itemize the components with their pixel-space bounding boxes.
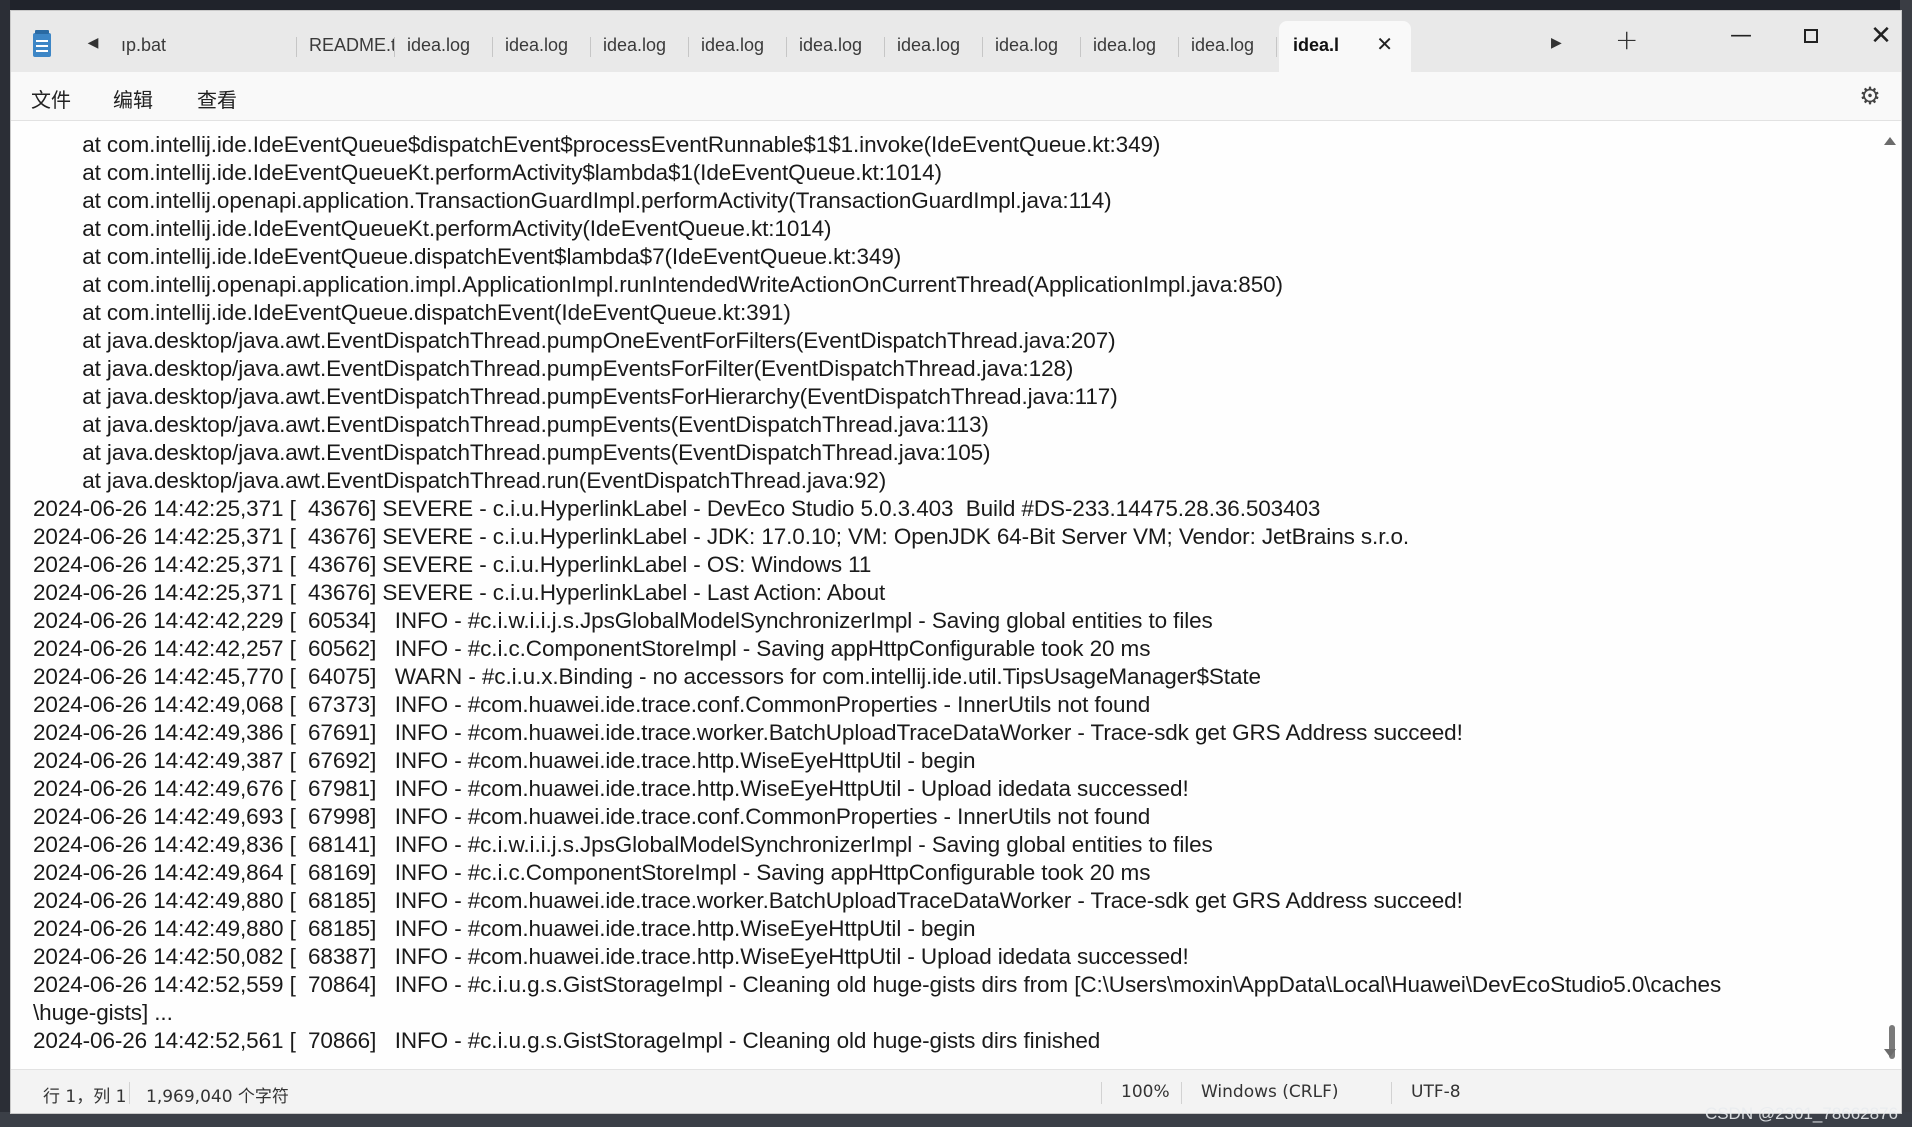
status-divider (129, 1082, 130, 1104)
log-line: 2024-06-26 14:42:49,864 [ 68169] INFO - … (33, 860, 1151, 885)
tab-idea-log-8[interactable]: idea.log (1081, 21, 1179, 72)
encoding[interactable]: UTF-8 (1411, 1082, 1461, 1102)
scroll-down-arrow-icon[interactable] (1884, 1049, 1896, 1057)
tab-label: idea.log (1191, 35, 1255, 55)
log-line: 2024-06-26 14:42:49,836 [ 68141] INFO - … (33, 832, 1213, 857)
tab-idea-log-1[interactable]: idea.log (395, 21, 493, 72)
menu-view[interactable]: 查看 (197, 84, 237, 113)
log-line: 2024-06-26 14:42:45,770 [ 64075] WARN - … (33, 664, 1261, 689)
tab-label: idea.log (505, 35, 569, 55)
log-line: at java.desktop/java.awt.EventDispatchTh… (33, 356, 1074, 381)
status-bar: 行 1，列 1 1,969,040 个字符 100% Windows (CRLF… (11, 1069, 1901, 1113)
tab-idea-log-7[interactable]: idea.log (983, 21, 1081, 72)
log-line: at com.intellij.openapi.application.Tran… (33, 188, 1112, 213)
settings-gear-icon[interactable]: ⚙ (1857, 83, 1883, 109)
log-line: 2024-06-26 14:42:25,371 [ 43676] SEVERE … (33, 524, 1410, 549)
log-line: at com.intellij.ide.IdeEventQueue.dispat… (33, 300, 791, 325)
log-line: 2024-06-26 14:42:25,371 [ 43676] SEVERE … (33, 580, 886, 605)
cursor-position: 行 1，列 1 (43, 1087, 127, 1107)
log-line: at com.intellij.ide.IdeEventQueue.dispat… (33, 244, 902, 269)
log-line: 2024-06-26 14:42:49,068 [ 67373] INFO - … (33, 692, 1151, 717)
tab-idea-log-6[interactable]: idea.log (885, 21, 983, 72)
text-editor-area[interactable]: at com.intellij.ide.IdeEventQueue$dispat… (11, 121, 1901, 1069)
csdn-watermark: CSDN @2301_78662876 (1704, 1104, 1898, 1123)
tab-idea-log-5[interactable]: idea.log (787, 21, 885, 72)
log-line: 2024-06-26 14:42:42,229 [ 60534] INFO - … (33, 608, 1213, 633)
tab-readme[interactable]: README.txt (297, 21, 395, 72)
log-line: 2024-06-26 14:42:52,561 [ 70866] INFO - … (33, 1028, 1101, 1053)
menu-file[interactable]: 文件 (31, 84, 71, 113)
log-line: 2024-06-26 14:42:25,371 [ 43676] SEVERE … (33, 552, 872, 577)
new-tab-button[interactable]: + (1615, 25, 1638, 55)
tab-label: idea.log (1093, 35, 1157, 55)
tab-close-icon[interactable]: ✕ (1376, 35, 1393, 55)
line-ending[interactable]: Windows (CRLF) (1201, 1082, 1339, 1102)
character-count: 1,969,040 个字符 (146, 1087, 289, 1107)
zoom-level[interactable]: 100% (1121, 1082, 1170, 1102)
close-window-button[interactable]: ✕ (1861, 23, 1901, 49)
tab-label: README.txt (309, 35, 395, 55)
log-line: at java.desktop/java.awt.EventDispatchTh… (33, 412, 989, 437)
log-line: at java.desktop/java.awt.EventDispatchTh… (33, 468, 887, 493)
log-line: 2024-06-26 14:42:49,386 [ 67691] INFO - … (33, 720, 1463, 745)
log-line: at com.intellij.ide.IdeEventQueueKt.perf… (33, 216, 832, 241)
tab-label: idea.log (407, 35, 471, 55)
log-line: at com.intellij.ide.IdeEventQueue$dispat… (33, 132, 1161, 157)
tab-idea-log-3[interactable]: idea.log (591, 21, 689, 72)
log-line: \huge-gists] ... (33, 1000, 173, 1025)
log-line: at com.intellij.openapi.application.impl… (33, 272, 1283, 297)
menu-edit[interactable]: 编辑 (113, 84, 153, 113)
log-line: 2024-06-26 14:42:52,559 [ 70864] INFO - … (33, 972, 1722, 997)
tab-label: ıp.bat (121, 35, 167, 55)
status-divider (1101, 1082, 1102, 1104)
tab-scroll-left-icon[interactable]: ◀ (85, 35, 101, 51)
tab-label: idea.log (799, 35, 863, 55)
log-line: 2024-06-26 14:42:49,387 [ 67692] INFO - … (33, 748, 976, 773)
log-line: 2024-06-26 14:42:50,082 [ 68387] INFO - … (33, 944, 1189, 969)
tab-label: idea.log (701, 35, 765, 55)
minimize-button[interactable]: — (1721, 23, 1761, 49)
desktop-background-left (0, 0, 10, 1127)
log-line: 2024-06-26 14:42:25,371 [ 43676] SEVERE … (33, 496, 1321, 521)
log-line: 2024-06-26 14:42:49,880 [ 68185] INFO - … (33, 916, 976, 941)
scroll-up-arrow-icon[interactable] (1884, 137, 1896, 145)
status-divider (1391, 1082, 1392, 1104)
log-line: at java.desktop/java.awt.EventDispatchTh… (33, 384, 1118, 409)
notepad-app-icon (33, 30, 51, 57)
log-line: 2024-06-26 14:42:49,676 [ 67981] INFO - … (33, 776, 1189, 801)
status-divider (1181, 1082, 1182, 1104)
notepad-window: ◀ ıp.bat README.txt idea.log idea.log id… (10, 10, 1902, 1114)
menu-bar: 文件 编辑 查看 ⚙ (11, 72, 1901, 121)
maximize-icon (1804, 29, 1818, 43)
log-line: at java.desktop/java.awt.EventDispatchTh… (33, 328, 1116, 353)
tab-idea-log-active[interactable]: idea.l ✕ (1279, 21, 1411, 72)
tab-scroll-right-icon[interactable]: ▶ (1551, 35, 1562, 51)
log-text-content: at com.intellij.ide.IdeEventQueue$dispat… (33, 131, 1863, 1055)
tab-idea-log-2[interactable]: idea.log (493, 21, 591, 72)
tab-label: idea.log (603, 35, 667, 55)
tab-label: idea.l (1293, 35, 1340, 55)
log-line: 2024-06-26 14:42:49,880 [ 68185] INFO - … (33, 888, 1463, 913)
log-line: 2024-06-26 14:42:42,257 [ 60562] INFO - … (33, 636, 1151, 661)
tab-bar: ◀ ıp.bat README.txt idea.log idea.log id… (11, 11, 1901, 72)
log-line: at com.intellij.ide.IdeEventQueueKt.perf… (33, 160, 942, 185)
desktop-background-bottom (0, 1112, 1912, 1127)
tab-label: idea.log (995, 35, 1059, 55)
log-line: 2024-06-26 14:42:49,693 [ 67998] INFO - … (33, 804, 1151, 829)
tab-label: idea.log (897, 35, 961, 55)
maximize-button[interactable] (1791, 23, 1831, 49)
tab-idea-log-4[interactable]: idea.log (689, 21, 787, 72)
tab-bat[interactable]: ıp.bat (109, 21, 297, 72)
log-line: at java.desktop/java.awt.EventDispatchTh… (33, 440, 991, 465)
tab-idea-log-9[interactable]: idea.log (1179, 21, 1277, 72)
vertical-scrollbar[interactable] (1881, 121, 1901, 1069)
